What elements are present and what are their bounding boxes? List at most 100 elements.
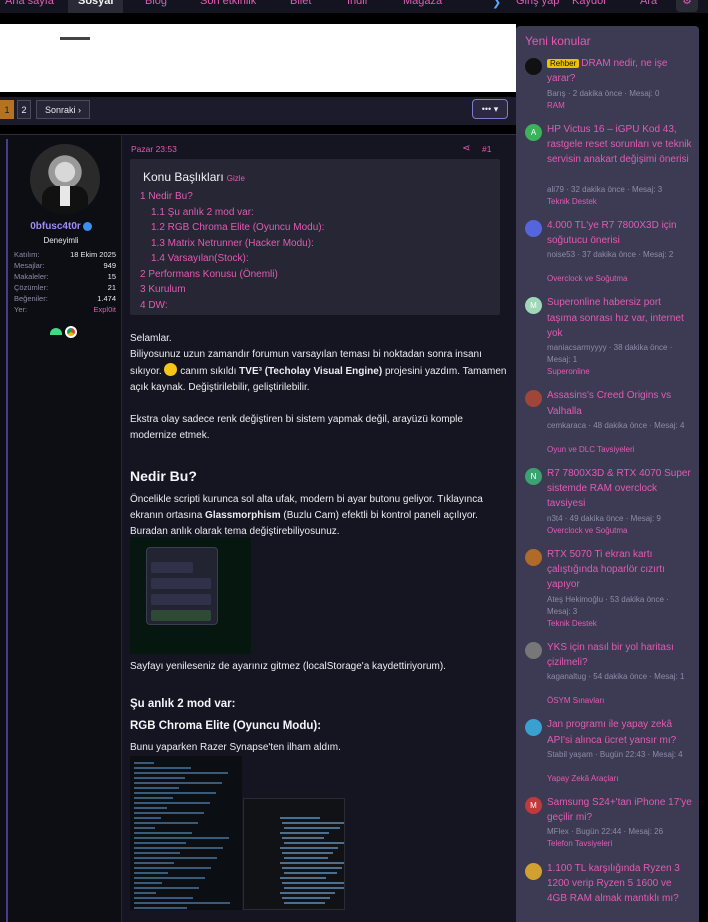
nav-item-3[interactable]: Son etkinlik bbox=[200, 0, 256, 7]
toc-item[interactable]: 1.2 RGB Chroma Elite (Oyuncu Modu): bbox=[140, 222, 324, 238]
thread-title-link[interactable]: 4.000 TL'ye R7 7800X3D için soğutucu öne… bbox=[547, 218, 693, 249]
thread-title-link[interactable]: Samsung S24+'tan iPhone 17'ye geçilir mi… bbox=[547, 795, 693, 826]
nav-item-9[interactable]: Ara bbox=[640, 0, 657, 7]
thread-forum-link[interactable]: Overclock ve Soğutma bbox=[547, 525, 693, 536]
toc-title-text: Konu Başlıkları bbox=[143, 170, 224, 184]
page-2-button[interactable]: 2 bbox=[17, 100, 31, 119]
nav-item-5[interactable]: İndir bbox=[347, 0, 368, 7]
thread-forum-link[interactable]: Yapay Zekâ Araçları bbox=[547, 773, 693, 784]
thread-avatar[interactable]: M bbox=[525, 297, 542, 315]
screenshot-line bbox=[280, 847, 338, 849]
post-body-2: Sayfayı yenileseniz de ayarınız gitmez (… bbox=[130, 659, 510, 756]
toc-hide-link[interactable]: Gizle bbox=[227, 174, 245, 183]
thread-avatar[interactable] bbox=[525, 390, 542, 408]
screenshot-line bbox=[134, 802, 210, 804]
toc-item[interactable]: 1.4 Varsayılan(Stock): bbox=[140, 253, 324, 269]
thread-title-link[interactable]: Superonline habersiz port taşıma sonrası… bbox=[547, 295, 693, 341]
nav-item-1[interactable]: Sosyal bbox=[68, 0, 124, 13]
share-icon[interactable]: ⋖ bbox=[462, 143, 470, 154]
screenshot-panel bbox=[146, 547, 218, 625]
nav-item-2[interactable]: Blog bbox=[145, 0, 167, 7]
thread-avatar[interactable] bbox=[525, 719, 542, 737]
thread-title-text: Jan programı ile yapay zekâ API'si alınc… bbox=[547, 719, 677, 746]
toc-item[interactable]: 1.3 Matrix Netrunner (Hacker Modu): bbox=[140, 238, 324, 254]
nav-item-7[interactable]: Giriş yap bbox=[516, 0, 559, 7]
screenshot-line bbox=[134, 867, 211, 869]
thread-title-link[interactable]: Assasins's Creed Origins vs Valhalla bbox=[547, 388, 693, 419]
post-date-link[interactable]: Pazar 23:53 bbox=[131, 144, 177, 154]
thread-title-link[interactable]: R7 7800X3D & RTX 4070 Super sistemde RAM… bbox=[547, 466, 693, 512]
control-panel-screenshot[interactable] bbox=[130, 537, 251, 654]
thread-title-link[interactable]: 1.100 TL karşılığında Ryzen 3 1200 verip… bbox=[547, 861, 693, 907]
thread-meta: Barış · 2 dakika önce · Mesaj: 0 bbox=[547, 88, 660, 98]
next-page-button[interactable]: Sonraki › bbox=[36, 100, 90, 119]
thread-title-text: Samsung S24+'tan iPhone 17'ye geçilir mi… bbox=[547, 796, 692, 824]
toc-item[interactable]: 3 Kurulum bbox=[140, 284, 324, 300]
thread-title-link[interactable]: RTX 5070 Ti ekran kartı çalıştığında hop… bbox=[547, 547, 693, 593]
user-stat-row: Makaleler: 15 bbox=[14, 272, 116, 283]
thread-title-link[interactable]: Rehber DRAM nedir, ne işe yarar? bbox=[547, 56, 693, 87]
toc-item[interactable]: 1 Nedir Bu? bbox=[140, 191, 324, 207]
user-stat-row: Yer: Expl0it bbox=[14, 305, 116, 316]
chevron-right-icon[interactable]: ❯ bbox=[492, 0, 501, 9]
rgb-mode-screenshot-2[interactable] bbox=[243, 798, 345, 910]
thread-avatar[interactable]: N bbox=[525, 467, 542, 485]
thread-title-text: R7 7800X3D & RTX 4070 Super sistemde RAM… bbox=[547, 467, 691, 510]
screenshot-line bbox=[284, 827, 340, 829]
screenshot-line bbox=[134, 832, 192, 834]
user-stat-value: 18 Ekim 2025 bbox=[70, 250, 116, 259]
post-number-link[interactable]: #1 bbox=[482, 144, 491, 154]
user-stat-value[interactable]: Expl0it bbox=[93, 305, 116, 316]
toc-item[interactable]: 1.1 Şu anlık 2 mod var: bbox=[140, 207, 324, 223]
thread-forum-link[interactable]: Teknik Destek bbox=[547, 196, 693, 207]
thread-forum-link[interactable]: Overclock ve Soğutma bbox=[547, 273, 693, 284]
user-stat-value: 21 bbox=[107, 283, 116, 292]
thread-forum-link[interactable]: Teknik Destek bbox=[547, 618, 693, 629]
thread-avatar[interactable]: M bbox=[525, 796, 542, 814]
thread-avatar[interactable]: A bbox=[525, 123, 542, 141]
new-threads-sidebar: Yeni konular Rehber DRAM nedir, ne işe ya… bbox=[516, 26, 699, 922]
thread-forum-link[interactable]: RAM bbox=[547, 100, 693, 111]
nav-item-6[interactable]: Mağaza bbox=[403, 0, 442, 7]
thread-avatar[interactable] bbox=[525, 641, 542, 659]
screenshot-line bbox=[282, 852, 333, 854]
screenshot-line bbox=[134, 897, 193, 899]
thread-title-link[interactable]: HP Victus 16 – iGPU Kod 43, rastgele res… bbox=[547, 122, 693, 168]
thread-avatar[interactable] bbox=[525, 58, 542, 75]
thread-tools-button[interactable]: ••• ▾ bbox=[472, 99, 508, 119]
page-1-button[interactable]: 1 bbox=[0, 100, 14, 119]
nav-item-8[interactable]: Kaydol bbox=[572, 0, 606, 7]
thread-avatar[interactable] bbox=[525, 219, 542, 237]
username-link[interactable]: 0bfusc4t0r bbox=[0, 221, 122, 232]
screenshot-line bbox=[134, 837, 229, 839]
screenshot-line bbox=[134, 792, 216, 794]
thread-avatar[interactable] bbox=[525, 548, 542, 566]
screenshot-line bbox=[284, 887, 344, 889]
toc-item[interactable]: 4 DW: bbox=[140, 300, 324, 316]
thread-avatar[interactable] bbox=[525, 862, 542, 880]
user-stat-label: Çözümler: bbox=[14, 283, 49, 292]
screenshot-line bbox=[284, 842, 344, 844]
post-body: Selamlar. Biliyosunuz uzun zamandır foru… bbox=[130, 331, 510, 540]
thread-forum-link[interactable]: Superonline bbox=[547, 366, 693, 377]
screenshot-line bbox=[280, 817, 320, 819]
thread-title-text: Superonline habersiz port taşıma sonrası… bbox=[547, 297, 684, 339]
thread-forum-link[interactable]: ÖSYM Sınavları bbox=[547, 695, 693, 706]
thread-meta: MFlex · Bugün 22:44 · Mesaj: 26 bbox=[547, 827, 664, 837]
toc-item[interactable]: 2 Performans Konusu (Önemli) bbox=[140, 269, 324, 285]
avatar[interactable] bbox=[30, 144, 100, 214]
screenshot-line bbox=[134, 787, 179, 789]
screenshot-line bbox=[280, 832, 329, 834]
rgb-mode-screenshot-1[interactable] bbox=[130, 756, 242, 910]
thread-title-link[interactable]: YKS için nasıl bir yol haritası çizilmel… bbox=[547, 640, 693, 671]
thread-forum-link[interactable]: Oyun ve DLC Tavsiyeleri bbox=[547, 444, 693, 455]
heading-rgb: RGB Chroma Elite (Oyuncu Modu): bbox=[130, 720, 322, 732]
screenshot-line bbox=[134, 902, 230, 904]
nav-item-4[interactable]: Bilet bbox=[290, 0, 311, 7]
thread-forum-link[interactable]: Telefon Tavsiyeleri bbox=[547, 838, 693, 849]
screenshot-line bbox=[134, 822, 198, 824]
nav-item-0[interactable]: Ana sayfa bbox=[5, 0, 54, 7]
thread-title-link[interactable]: Jan programı ile yapay zekâ API'si alınc… bbox=[547, 717, 693, 748]
guide-badge: Rehber bbox=[547, 59, 580, 68]
settings-icon[interactable]: ⚙ bbox=[676, 0, 698, 12]
